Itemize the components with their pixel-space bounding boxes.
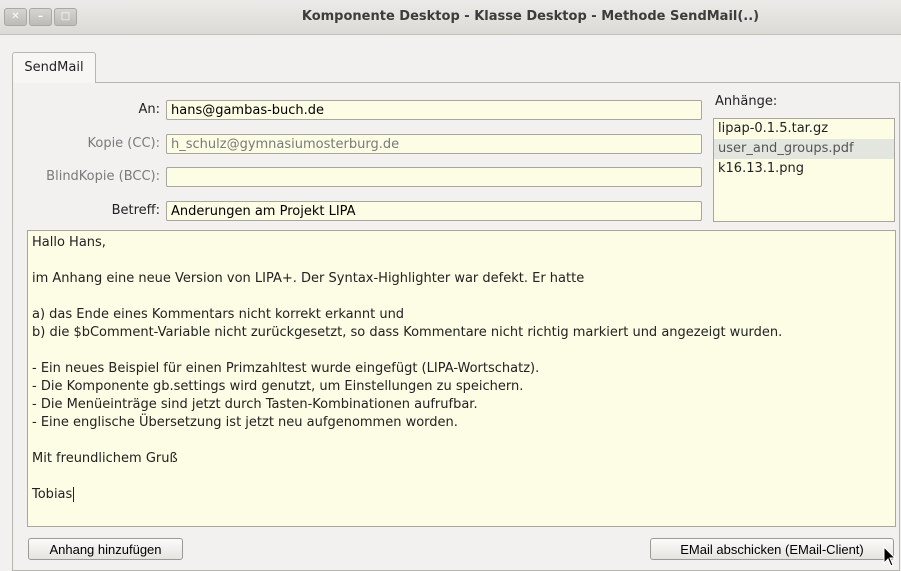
mouse-pointer-icon	[883, 546, 897, 567]
maximize-icon[interactable]: □	[54, 8, 77, 26]
message-line-last: Tobias	[32, 486, 891, 504]
message-body[interactable]: Hallo Hans, im Anhang eine neue Version …	[27, 230, 896, 527]
tab-sendmail[interactable]: SendMail	[12, 52, 96, 83]
to-field[interactable]	[166, 100, 702, 120]
message-line: Hallo Hans,	[32, 235, 106, 250]
window-controls: ✕ – □	[4, 8, 79, 26]
cc-field[interactable]	[166, 134, 702, 154]
message-line: - Eine englische Übersetzung ist jetzt n…	[32, 415, 458, 430]
to-label: An:	[138, 102, 160, 117]
subject-field[interactable]	[166, 201, 702, 221]
message-line: Mit freundlichem Gruß	[32, 451, 178, 466]
message-line	[32, 468, 891, 486]
attachments-label: Anhänge:	[715, 94, 778, 109]
close-icon[interactable]: ✕	[4, 8, 27, 26]
attachment-item[interactable]: k16.13.1.png	[714, 159, 894, 179]
attachments-list[interactable]: lipap-0.1.5.tar.gz user_and_groups.pdf k…	[713, 118, 895, 222]
signature-text: Tobias	[32, 487, 73, 502]
message-line	[32, 342, 891, 360]
message-line: - Die Menüeinträge sind jetzt durch Tast…	[32, 397, 478, 412]
subject-label: Betreff:	[111, 203, 160, 218]
send-email-button[interactable]: EMail abschicken (EMail-Client)	[650, 538, 894, 560]
message-line: - Die Komponente gb.settings wird genutz…	[32, 379, 524, 394]
message-line	[32, 252, 891, 270]
bcc-label: BlindKopie (BCC):	[46, 169, 160, 184]
text-cursor	[73, 487, 75, 502]
add-attachment-button[interactable]: Anhang hinzufügen	[28, 538, 183, 560]
title-bar: ✕ – □ Komponente Desktop - Klasse Deskto…	[0, 0, 901, 35]
message-line: b) die $bComment-Variable nicht zurückge…	[32, 325, 783, 340]
cc-label: Kopie (CC):	[87, 136, 160, 151]
attachment-item[interactable]: lipap-0.1.5.tar.gz	[714, 119, 894, 139]
attachment-item-selected[interactable]: user_and_groups.pdf	[714, 139, 894, 159]
message-line: a) das Ende eines Kommentars nicht korre…	[32, 307, 405, 322]
message-line: - Ein neues Beispiel für einen Primzahlt…	[32, 361, 540, 376]
message-line	[32, 432, 891, 450]
window-title: Komponente Desktop - Klasse Desktop - Me…	[301, 9, 760, 24]
message-line	[32, 288, 891, 306]
minimize-icon[interactable]: –	[29, 8, 52, 26]
bcc-field[interactable]	[166, 167, 702, 187]
message-line: im Anhang eine neue Version von LIPA+. D…	[32, 271, 585, 286]
